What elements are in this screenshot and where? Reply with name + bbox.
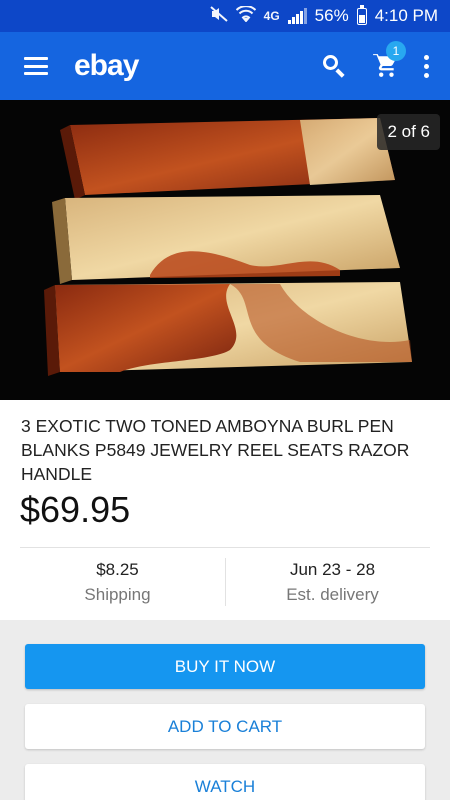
image-counter: 2 of 6 bbox=[377, 114, 440, 150]
listing-price: $69.95 bbox=[20, 489, 131, 530]
listing-title: 3 EXOTIC TWO TONED AMBOYNA BURL PEN BLAN… bbox=[21, 416, 410, 484]
add-to-cart-button[interactable]: ADD TO CART bbox=[25, 704, 425, 749]
search-icon[interactable] bbox=[322, 54, 346, 78]
listing-details: 3 EXOTIC TWO TONED AMBOYNA BURL PEN BLAN… bbox=[0, 400, 450, 620]
cart-count-badge: 1 bbox=[386, 41, 406, 61]
buy-it-now-button[interactable]: BUY IT NOW bbox=[25, 644, 425, 689]
shipping-cost: $8.25 bbox=[96, 560, 139, 579]
clock: 4:10 PM bbox=[374, 6, 438, 25]
status-bar: 4G 56% 4:10 PM bbox=[0, 0, 450, 32]
battery-percent: 56% bbox=[314, 6, 349, 25]
wifi-icon bbox=[235, 5, 256, 26]
mute-icon bbox=[209, 6, 228, 26]
delivery-info: Jun 23 - 28 Est. delivery bbox=[230, 560, 435, 605]
shipping-label: Shipping bbox=[84, 585, 151, 604]
network-type: 4G bbox=[263, 9, 280, 23]
product-image[interactable]: 2 of 6 bbox=[0, 100, 450, 400]
signal-icon bbox=[287, 8, 307, 24]
cart-button[interactable]: 1 bbox=[372, 41, 406, 79]
app-bar: ebay 1 bbox=[0, 32, 450, 100]
divider bbox=[20, 547, 430, 548]
ebay-logo[interactable]: ebay bbox=[74, 49, 139, 83]
hamburger-menu-icon[interactable] bbox=[24, 57, 48, 75]
vertical-divider bbox=[225, 558, 226, 606]
delivery-dates: Jun 23 - 28 bbox=[289, 560, 376, 579]
shipping-info: $8.25 Shipping bbox=[15, 560, 220, 605]
watch-button[interactable]: WATCH bbox=[25, 764, 425, 800]
battery-icon bbox=[356, 4, 367, 25]
delivery-label: Est. delivery bbox=[286, 585, 379, 604]
overflow-menu-icon[interactable] bbox=[424, 54, 430, 78]
